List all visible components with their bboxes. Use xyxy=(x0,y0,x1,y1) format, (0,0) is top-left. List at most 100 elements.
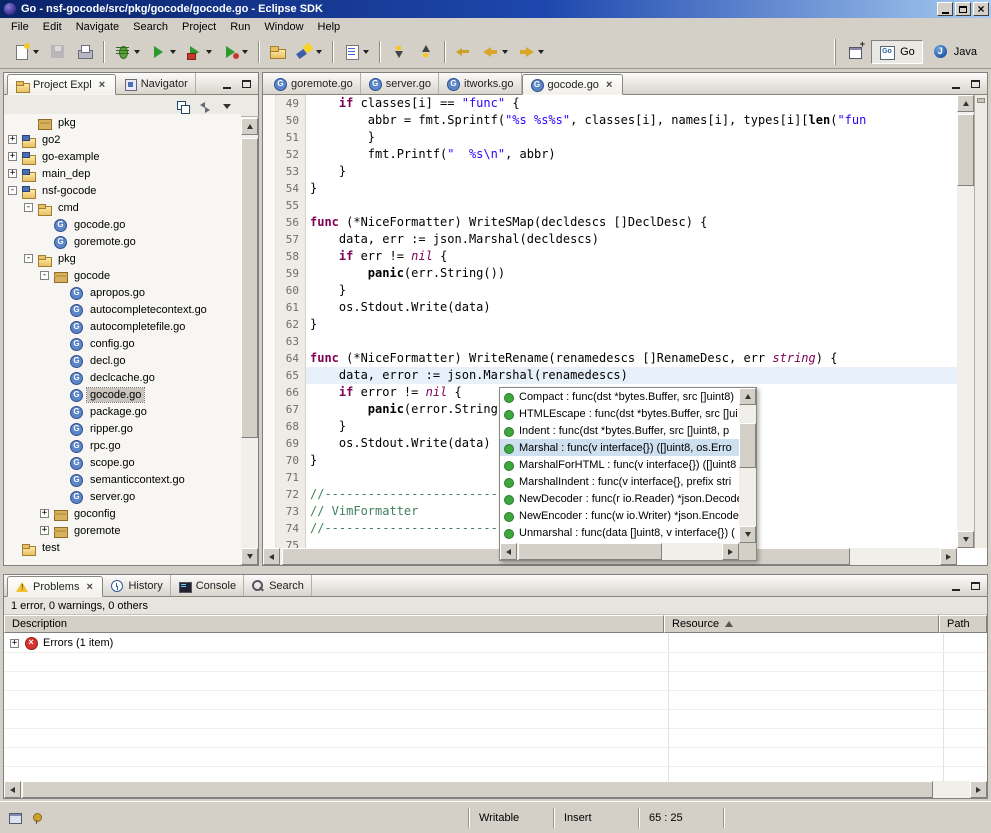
collapse-icon[interactable]: - xyxy=(40,271,49,280)
completion-item-unmarshal[interactable]: Unmarshal : func(data []uint8, v interfa… xyxy=(500,524,739,541)
tree-item-goremote-go[interactable]: goremote.go xyxy=(4,233,241,250)
tree-item-pkg[interactable]: pkg xyxy=(4,114,241,131)
run-button[interactable] xyxy=(146,39,180,65)
view-tab-console[interactable]: Console xyxy=(171,575,244,596)
tree-item-declcache-go[interactable]: declcache.go xyxy=(4,369,241,386)
code-line-59[interactable]: 59 panic(err.String()) xyxy=(263,265,957,282)
close-tab-icon[interactable] xyxy=(86,581,95,593)
scrollbar-track[interactable] xyxy=(739,405,756,526)
completion-item-marshalindent[interactable]: MarshalIndent : func(v interface{}, pref… xyxy=(500,473,739,490)
scroll-up-button[interactable] xyxy=(739,388,756,405)
dropdown-arrow-icon[interactable] xyxy=(170,50,176,54)
scroll-down-button[interactable] xyxy=(739,526,756,543)
fast-view-button[interactable] xyxy=(5,808,25,828)
minimize-view-button[interactable] xyxy=(947,578,964,593)
run-external-button[interactable] xyxy=(182,39,216,65)
tree-item-pkg[interactable]: -pkg xyxy=(4,250,241,267)
view-tab-history[interactable]: History xyxy=(103,575,170,596)
explorer-vertical-scrollbar[interactable] xyxy=(241,118,258,565)
editor-tab-goremote-go[interactable]: goremote.go xyxy=(266,73,361,94)
minimize-view-button[interactable] xyxy=(218,76,235,91)
dropdown-arrow-icon[interactable] xyxy=(363,50,369,54)
completion-item-indent[interactable]: Indent : func(dst *bytes.Buffer, src []u… xyxy=(500,422,739,439)
search-button[interactable] xyxy=(292,39,326,65)
tree-item-apropos-go[interactable]: apropos.go xyxy=(4,284,241,301)
perspective-button-java[interactable]: Java xyxy=(925,40,985,64)
scrollbar-track[interactable] xyxy=(21,781,970,798)
view-tab-search[interactable]: Search xyxy=(244,575,312,596)
completion-item-marshal[interactable]: Marshal : func(v interface{}) ([]uint8, … xyxy=(500,439,739,456)
scroll-left-button[interactable] xyxy=(4,781,21,798)
minimize-button[interactable] xyxy=(937,2,953,16)
code-line-58[interactable]: 58 if err != nil { xyxy=(263,248,957,265)
project-tree[interactable]: pkg+go2+go-example+main_dep-nsf-gocode-c… xyxy=(4,114,241,565)
expand-icon[interactable]: + xyxy=(10,639,19,648)
tree-item-main-dep[interactable]: +main_dep xyxy=(4,165,241,182)
scrollbar-thumb[interactable] xyxy=(957,114,974,186)
code-line-49[interactable]: 49 if classes[i] == "func" { xyxy=(263,95,957,112)
collapse-icon[interactable]: - xyxy=(24,203,33,212)
tree-item-autocompletefile-go[interactable]: autocompletefile.go xyxy=(4,318,241,335)
close-tab-icon[interactable] xyxy=(606,79,615,91)
tree-item-semanticcontext-go[interactable]: semanticcontext.go xyxy=(4,471,241,488)
code-line-64[interactable]: 64func (*NiceFormatter) WriteRename(rena… xyxy=(263,350,957,367)
scroll-down-button[interactable] xyxy=(957,531,974,548)
expand-icon[interactable]: + xyxy=(40,526,49,535)
tree-item-config-go[interactable]: config.go xyxy=(4,335,241,352)
code-line-62[interactable]: 62} xyxy=(263,316,957,333)
print-button[interactable] xyxy=(72,39,97,65)
completion-item-compact[interactable]: Compact : func(dst *bytes.Buffer, src []… xyxy=(500,388,739,405)
code-line-52[interactable]: 52 fmt.Printf(" %s\n", abbr) xyxy=(263,146,957,163)
completion-list[interactable]: Compact : func(dst *bytes.Buffer, src []… xyxy=(500,388,739,543)
tree-item-package-go[interactable]: package.go xyxy=(4,403,241,420)
editor-vertical-scrollbar[interactable] xyxy=(957,95,974,548)
editor-tab-server-go[interactable]: server.go xyxy=(361,73,439,94)
open-resource-button[interactable] xyxy=(265,39,290,65)
popup-horizontal-scrollbar[interactable] xyxy=(500,543,739,560)
scrollbar-thumb[interactable] xyxy=(739,423,756,468)
tree-item-go2[interactable]: +go2 xyxy=(4,131,241,148)
menu-run[interactable]: Run xyxy=(223,20,257,34)
code-line-53[interactable]: 53 } xyxy=(263,163,957,180)
back-button[interactable] xyxy=(478,39,512,65)
menu-window[interactable]: Window xyxy=(257,20,310,34)
tree-item-goconfig[interactable]: +goconfig xyxy=(4,505,241,522)
sc rollbar-thumb[interactable] xyxy=(22,781,933,798)
tree-item-test[interactable]: test xyxy=(4,539,241,556)
tree-item-server-go[interactable]: server.go xyxy=(4,488,241,505)
scroll-up-button[interactable] xyxy=(241,118,258,135)
forward-button[interactable] xyxy=(514,39,548,65)
dropdown-arrow-icon[interactable] xyxy=(134,50,140,54)
code-line-65[interactable]: 65 data, error := json.Marshal(renamedes… xyxy=(263,367,957,384)
tree-item-ripper-go[interactable]: ripper.go xyxy=(4,420,241,437)
menu-edit[interactable]: Edit xyxy=(36,20,69,34)
popup-vertical-scrollbar[interactable] xyxy=(739,388,756,543)
editor-tab-itworks-go[interactable]: itworks.go xyxy=(439,73,522,94)
maximize-editor-button[interactable] xyxy=(967,76,984,91)
dropdown-arrow-icon[interactable] xyxy=(502,50,508,54)
view-menu-button[interactable] xyxy=(217,96,237,116)
tree-item-goremote[interactable]: +goremote xyxy=(4,522,241,539)
problem-row-errors-1-item[interactable]: +Errors (1 item) xyxy=(4,634,987,653)
code-line-57[interactable]: 57 data, err := json.Marshal(decldescs) xyxy=(263,231,957,248)
column-header-resource[interactable]: Resource xyxy=(664,615,939,633)
menu-project[interactable]: Project xyxy=(175,20,223,34)
scroll-left-button[interactable] xyxy=(263,548,280,565)
tree-item-cmd[interactable]: -cmd xyxy=(4,199,241,216)
collapse-all-button[interactable] xyxy=(173,96,193,116)
tree-item-gocode-go[interactable]: gocode.go xyxy=(4,216,241,233)
scrollbar-thumb[interactable] xyxy=(518,543,662,560)
dropdown-arrow-icon[interactable] xyxy=(33,50,39,54)
code-line-63[interactable]: 63 xyxy=(263,333,957,350)
column-header-description[interactable]: Description xyxy=(4,615,664,633)
pin-editor-button[interactable] xyxy=(27,808,47,828)
scroll-right-button[interactable] xyxy=(940,548,957,565)
last-edit-button[interactable] xyxy=(451,39,476,65)
open-perspective-button[interactable] xyxy=(843,39,868,65)
dropdown-arrow-icon[interactable] xyxy=(316,50,322,54)
minimize-editor-button[interactable] xyxy=(947,76,964,91)
editor-tab-gocode-go[interactable]: gocode.go xyxy=(522,74,623,95)
scroll-down-button[interactable] xyxy=(241,548,258,565)
scroll-up-button[interactable] xyxy=(957,95,974,112)
scroll-right-button[interactable] xyxy=(722,543,739,560)
